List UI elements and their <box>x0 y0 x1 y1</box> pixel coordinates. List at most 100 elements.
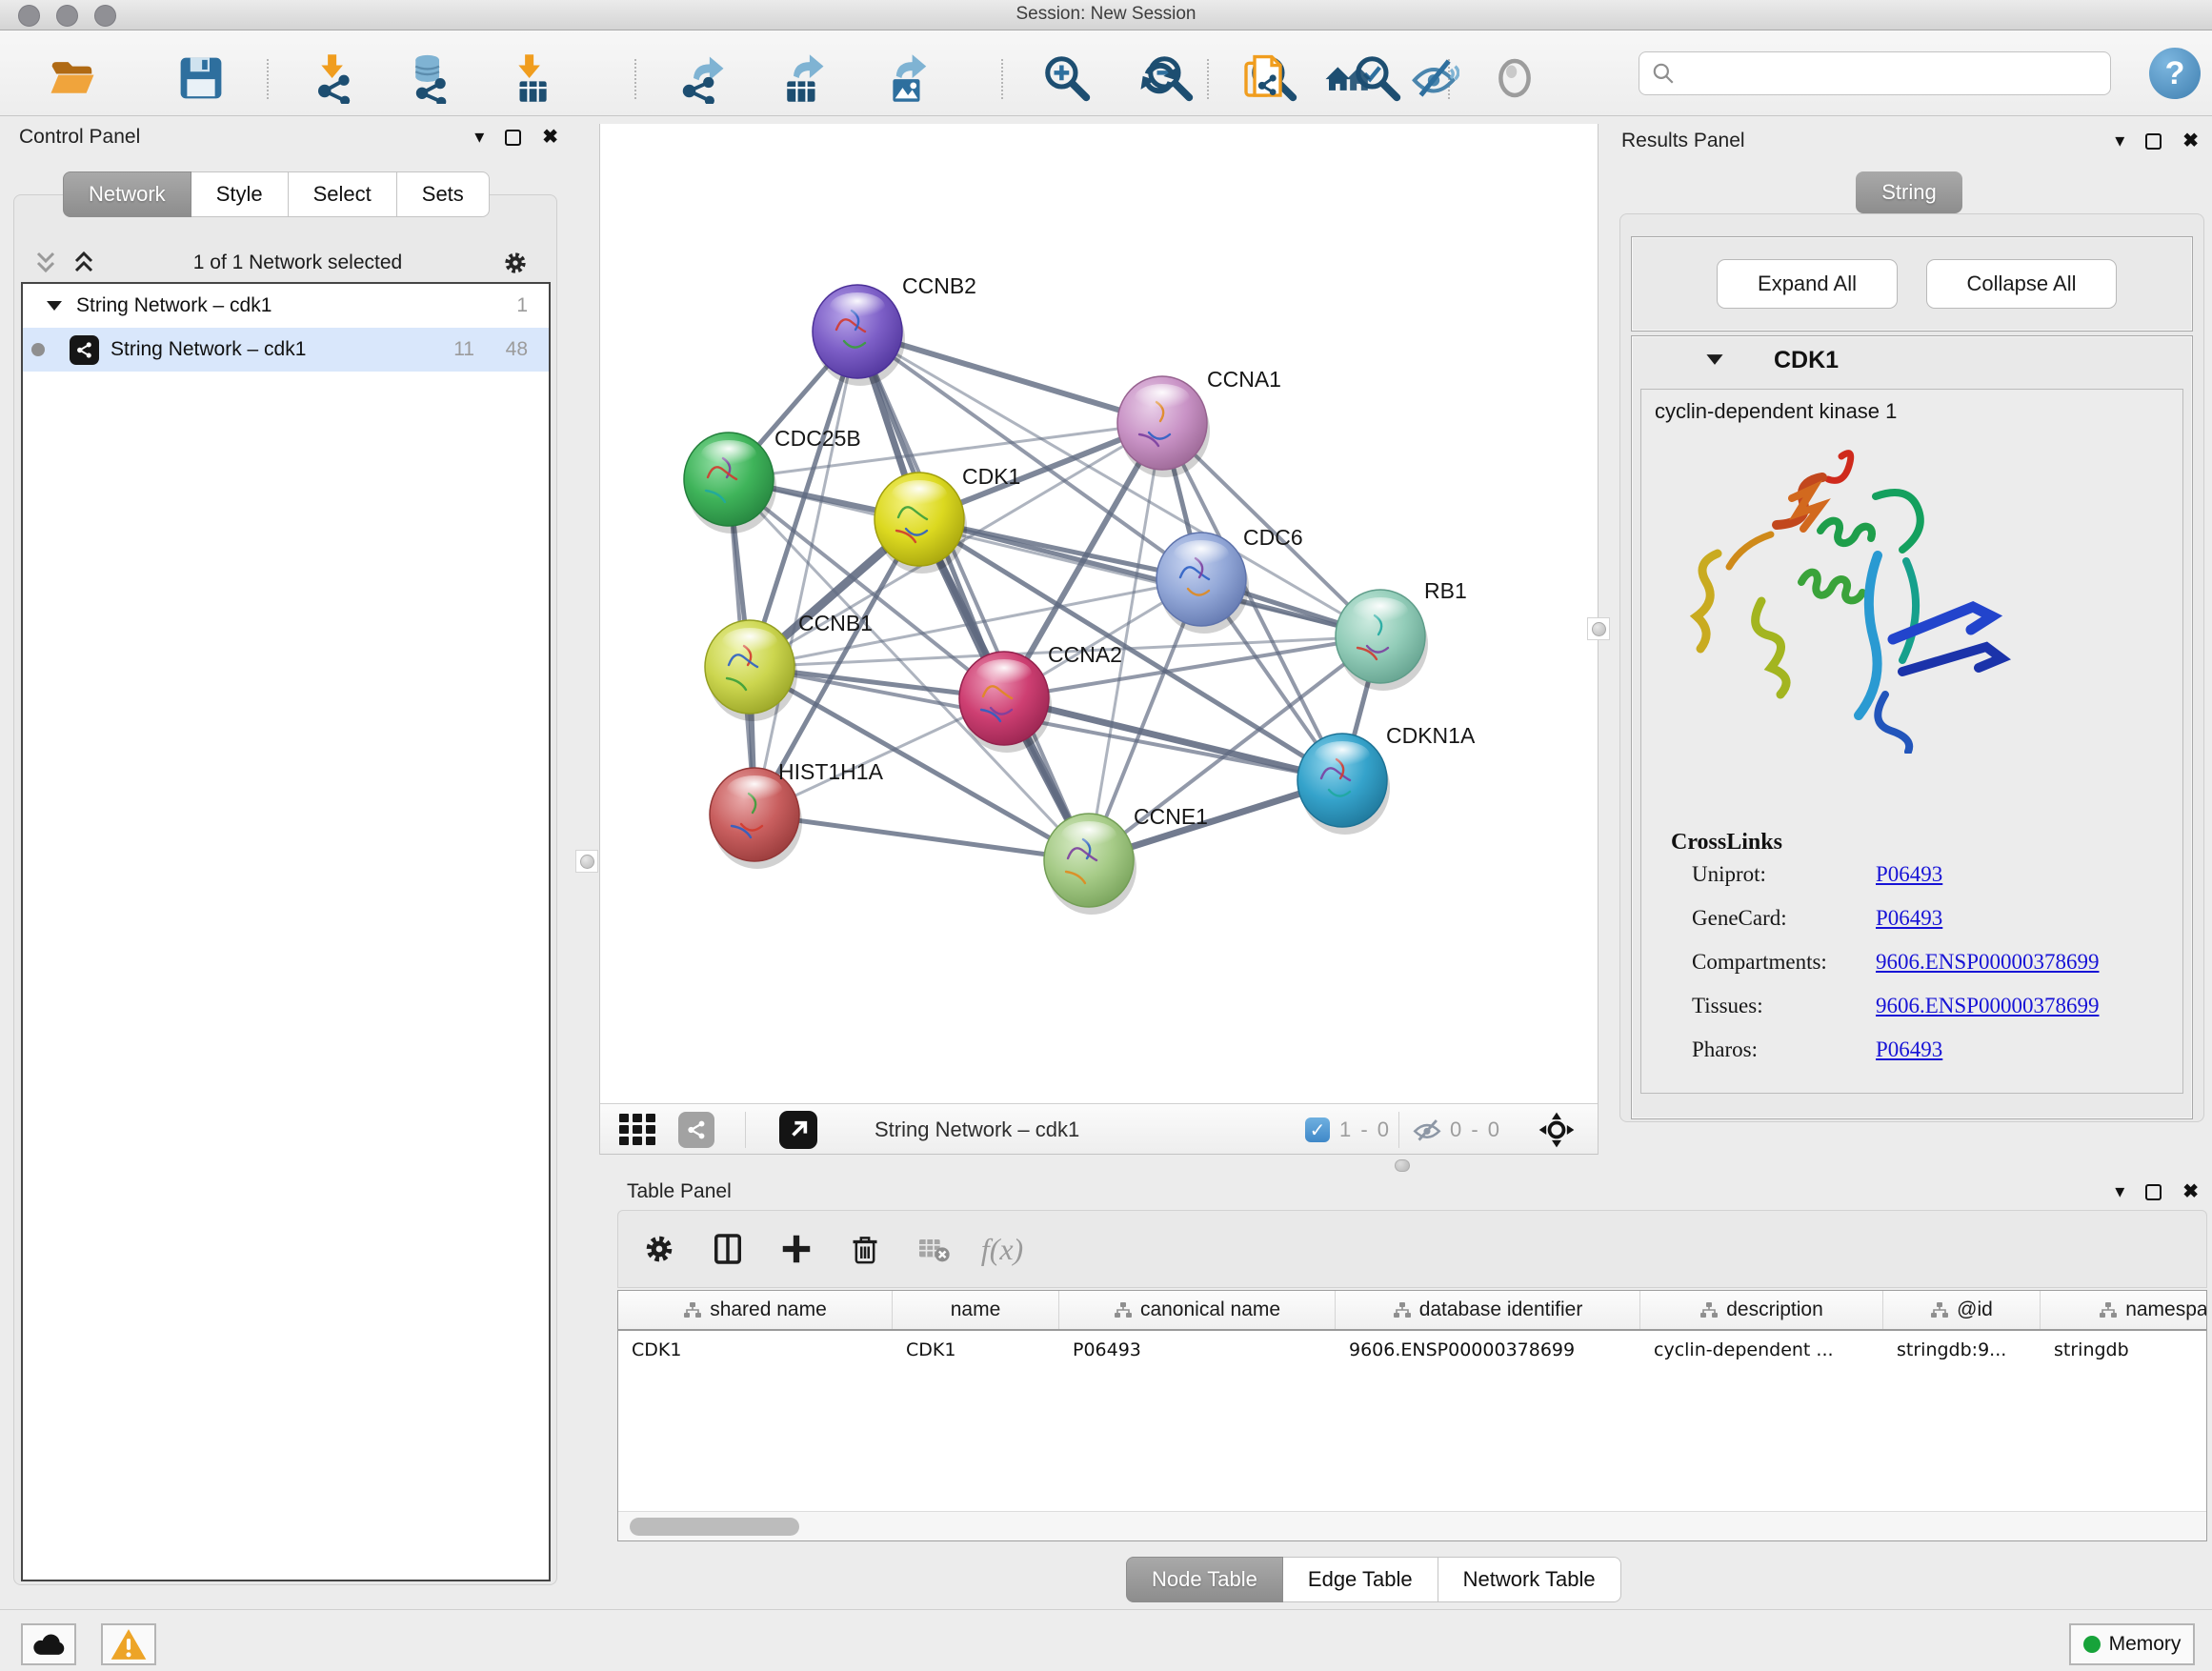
network-node-CCNA1[interactable] <box>1117 376 1210 477</box>
network-node-label: CDKN1A <box>1386 723 1476 748</box>
panel-float-icon[interactable] <box>505 130 521 146</box>
table-cell-name[interactable]: CDK1 <box>893 1331 1059 1373</box>
network-node-CDC6[interactable] <box>1156 533 1249 634</box>
control-panel: Control Panel ▾ ✖ NetworkStyleSelectSets… <box>8 122 564 1589</box>
panel-collapse-icon[interactable]: ▾ <box>2115 131 2124 151</box>
network-edge-CCNB2-HIST1H1A[interactable] <box>754 332 857 815</box>
panel-close-icon[interactable]: ✖ <box>542 128 558 147</box>
export-network-icon[interactable] <box>675 51 729 105</box>
export-table-icon[interactable] <box>775 51 829 105</box>
function-builder-icon[interactable]: f(x) <box>975 1221 1030 1277</box>
table-cell-description[interactable]: cyclin-dependent ... <box>1640 1331 1883 1373</box>
column-header-name[interactable]: name <box>893 1291 1059 1329</box>
network-node-CDC25B[interactable] <box>684 433 776 534</box>
show-columns-icon[interactable] <box>700 1221 755 1277</box>
open-session-icon[interactable] <box>46 51 99 105</box>
birdseye-view-icon[interactable] <box>619 1113 657 1147</box>
hide-selected-eye-icon[interactable] <box>1407 51 1460 105</box>
tab-select[interactable]: Select <box>289 171 397 217</box>
export-image-icon[interactable] <box>880 51 934 105</box>
tab-edge-table[interactable]: Edge Table <box>1283 1557 1438 1602</box>
table-settings-gear-icon[interactable] <box>632 1221 687 1277</box>
show-all-eye-icon[interactable] <box>1488 51 1541 105</box>
panel-collapse-icon[interactable]: ▾ <box>474 128 484 147</box>
fit-content-crosshair-icon[interactable] <box>1538 1113 1576 1147</box>
save-session-icon[interactable] <box>174 51 228 105</box>
tab-sets[interactable]: Sets <box>397 171 490 217</box>
crosslink-link-pharos-[interactable]: P06493 <box>1876 1037 1942 1062</box>
panel-close-icon[interactable]: ✖ <box>2182 1182 2199 1201</box>
crosslink-link-uniprot-[interactable]: P06493 <box>1876 862 1942 887</box>
tab-string[interactable]: String <box>1856 171 1962 213</box>
panel-float-icon[interactable] <box>2145 1184 2162 1200</box>
zoom-in-icon[interactable] <box>1040 51 1094 105</box>
tab-network-table[interactable]: Network Table <box>1438 1557 1621 1602</box>
network-node-RB1[interactable] <box>1336 590 1428 691</box>
import-table-file-icon[interactable] <box>506 51 559 105</box>
network-canvas[interactable]: CCNB2CCNA1CDC25BCDK1CDC6RB1CCNB1CCNA2CDK… <box>600 124 1598 1103</box>
help-icon[interactable]: ? <box>2149 48 2201 99</box>
right-splitter-handle[interactable] <box>1587 617 1610 640</box>
table-horizontal-scrollbar[interactable] <box>618 1511 2206 1540</box>
panel-collapse-icon[interactable]: ▾ <box>2115 1182 2124 1201</box>
import-network-file-icon[interactable] <box>309 51 362 105</box>
results-panel-title: Results Panel <box>1621 130 1745 152</box>
delete-table-icon[interactable] <box>906 1221 961 1277</box>
column-header-namespace[interactable]: namespace <box>2041 1291 2207 1329</box>
memory-button[interactable]: Memory <box>2069 1623 2195 1665</box>
network-edge-HIST1H1A-CCNE1[interactable] <box>754 815 1089 860</box>
selected-nodes-checkbox[interactable]: ✓ <box>1305 1113 1330 1147</box>
column-header-canonical-name[interactable]: canonical name <box>1059 1291 1336 1329</box>
column-header--id[interactable]: @id <box>1883 1291 2041 1329</box>
crosslink-link-genecard-[interactable]: P06493 <box>1876 906 1942 931</box>
expand-all-button[interactable]: Expand All <box>1717 259 1898 309</box>
network-edge-CDK1-RB1[interactable] <box>919 519 1380 636</box>
table-cell--id[interactable]: stringdb:9... <box>1883 1331 2041 1373</box>
table-row[interactable]: CDK1CDK1P064939606.ENSP00000378699cyclin… <box>618 1331 2206 1373</box>
open-view-in-window-icon[interactable] <box>779 1113 817 1147</box>
tree-expand-icon[interactable] <box>46 299 63 312</box>
search-input[interactable] <box>1683 63 2110 85</box>
import-network-database-icon[interactable] <box>404 51 457 105</box>
hidden-nodes-eye-icon[interactable] <box>1410 1113 1444 1147</box>
panel-close-icon[interactable]: ✖ <box>2182 131 2199 151</box>
network-node-CCNB2[interactable] <box>813 285 905 386</box>
network-row-selected[interactable]: String Network – cdk1 11 48 <box>23 328 549 372</box>
warnings-icon[interactable] <box>101 1623 156 1665</box>
crosslink-link-tissues-[interactable]: 9606.ENSP00000378699 <box>1876 994 2100 1018</box>
expand-all-networks-icon[interactable] <box>72 251 95 275</box>
table-cell-database-identifier[interactable]: 9606.ENSP00000378699 <box>1336 1331 1640 1373</box>
network-node-CCNB1[interactable] <box>705 620 797 721</box>
refresh-icon[interactable] <box>1133 51 1186 105</box>
network-edge-CCNB2-CCNE1[interactable] <box>857 332 1089 860</box>
cloud-status-icon[interactable] <box>21 1623 76 1665</box>
network-node-CDKN1A[interactable] <box>1297 734 1390 835</box>
column-header-description[interactable]: description <box>1640 1291 1883 1329</box>
network-collection-row[interactable]: String Network – cdk1 1 <box>23 284 549 328</box>
delete-column-trash-icon[interactable] <box>837 1221 893 1277</box>
collapse-all-networks-icon[interactable] <box>34 251 57 275</box>
create-column-plus-icon[interactable] <box>769 1221 824 1277</box>
clone-network-icon[interactable] <box>1237 51 1290 105</box>
column-header-shared-name[interactable]: shared name <box>618 1291 893 1329</box>
results-entry-header[interactable]: CDK1 <box>1631 339 2193 383</box>
table-cell-shared-name[interactable]: CDK1 <box>618 1331 893 1373</box>
scrollbar-thumb[interactable] <box>630 1518 799 1536</box>
tab-node-table[interactable]: Node Table <box>1126 1557 1283 1602</box>
panel-float-icon[interactable] <box>2145 133 2162 150</box>
entry-collapse-icon[interactable] <box>1705 352 1724 367</box>
network-overview-icon[interactable] <box>678 1113 714 1147</box>
network-options-gear-icon[interactable] <box>500 248 531 278</box>
tab-style[interactable]: Style <box>191 171 289 217</box>
network-node-CCNE1[interactable] <box>1044 814 1136 915</box>
first-neighbors-icon[interactable] <box>1322 51 1376 105</box>
table-cell-canonical-name[interactable]: P06493 <box>1059 1331 1336 1373</box>
table-cell-namespace[interactable]: stringdb <box>2041 1331 2207 1373</box>
column-header-database-identifier[interactable]: database identifier <box>1336 1291 1640 1329</box>
network-node-CDK1[interactable] <box>875 473 967 574</box>
horizontal-splitter-handle[interactable] <box>1395 1159 1410 1172</box>
collapse-all-button[interactable]: Collapse All <box>1926 259 2117 309</box>
crosslink-link-compartments-[interactable]: 9606.ENSP00000378699 <box>1876 950 2100 975</box>
tab-network[interactable]: Network <box>63 171 191 217</box>
left-splitter-handle[interactable] <box>575 850 598 873</box>
